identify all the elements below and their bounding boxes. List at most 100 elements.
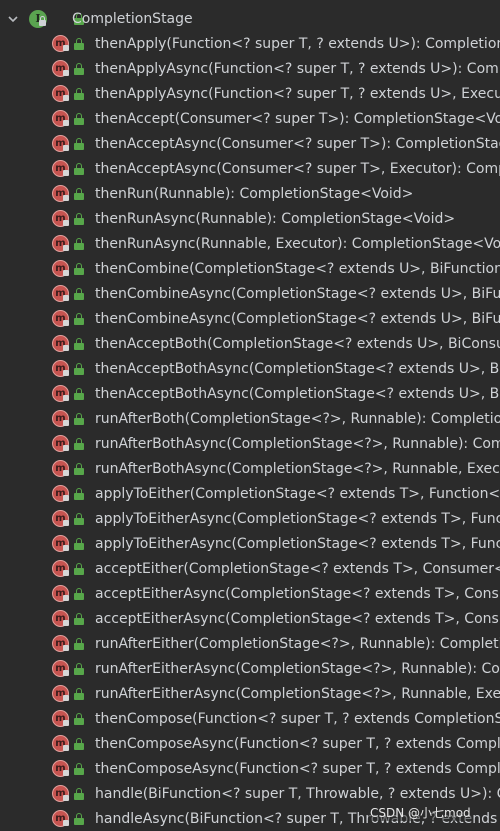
method-icon: m	[52, 785, 69, 802]
public-lock-icon	[74, 212, 84, 225]
public-lock-icon	[74, 487, 84, 500]
tree-node-method[interactable]: m thenAcceptAsync(Consumer<? super T>, Ex…	[0, 156, 500, 181]
method-icon: m	[52, 210, 69, 227]
public-lock-icon	[74, 412, 84, 425]
method-signature: thenAcceptBothAsync(CompletionStage<? ex…	[95, 360, 500, 377]
method-icon: m	[52, 610, 69, 627]
chevron-down-icon[interactable]	[6, 12, 20, 26]
method-signature: thenCombine(CompletionStage<? extends U>…	[95, 260, 500, 277]
public-lock-icon	[74, 37, 84, 50]
watermark: CSDN @小七mod	[368, 804, 473, 821]
tree-node-method[interactable]: m thenCombineAsync(CompletionStage<? exte…	[0, 306, 500, 331]
method-icon: m	[52, 485, 69, 502]
method-icon: m	[52, 385, 69, 402]
public-lock-icon	[74, 737, 84, 750]
tree-node-interface[interactable]: I CompletionStage	[0, 6, 500, 31]
method-icon: m	[52, 585, 69, 602]
method-icon: m	[52, 35, 69, 52]
public-lock-icon	[74, 812, 84, 825]
method-icon: m	[52, 810, 69, 827]
method-icon: m	[52, 735, 69, 752]
tree-node-method[interactable]: m thenCombineAsync(CompletionStage<? exte…	[0, 281, 500, 306]
method-signature: thenComposeAsync(Function<? super T, ? e…	[95, 735, 500, 752]
tree-node-method[interactable]: m runAfterEitherAsync(CompletionStage<?>,…	[0, 681, 500, 706]
tree-node-method[interactable]: m thenRunAsync(Runnable): CompletionStage…	[0, 206, 500, 231]
method-signature: thenAccept(Consumer<? super T>): Complet…	[95, 110, 500, 127]
method-icon: m	[52, 235, 69, 252]
public-lock-icon	[74, 587, 84, 600]
method-signature: thenApplyAsync(Function<? super T, ? ext…	[95, 85, 500, 102]
tree-node-method[interactable]: m thenAcceptBothAsync(CompletionStage<? e…	[0, 356, 500, 381]
method-icon: m	[52, 310, 69, 327]
tree-node-method[interactable]: m thenAccept(Consumer<? super T>): Comple…	[0, 106, 500, 131]
tree-node-method[interactable]: m acceptEitherAsync(CompletionStage<? ext…	[0, 581, 500, 606]
method-icon: m	[52, 460, 69, 477]
public-lock-icon	[74, 612, 84, 625]
tree-node-method[interactable]: m acceptEither(CompletionStage<? extends …	[0, 556, 500, 581]
tree-node-method[interactable]: m thenApplyAsync(Function<? super T, ? ex…	[0, 81, 500, 106]
public-lock-icon	[74, 787, 84, 800]
tree-node-method[interactable]: m runAfterBoth(CompletionStage<?>, Runnab…	[0, 406, 500, 431]
public-lock-icon	[74, 562, 84, 575]
method-icon: m	[52, 85, 69, 102]
method-signature: thenApply(Function<? super T, ? extends …	[95, 35, 500, 52]
method-signature: runAfterBothAsync(CompletionStage<?>, Ru…	[95, 435, 500, 452]
method-icon: m	[52, 135, 69, 152]
tree-node-method[interactable]: m runAfterBothAsync(CompletionStage<?>, R…	[0, 431, 500, 456]
method-signature: thenAcceptBoth(CompletionStage<? extends…	[95, 335, 500, 352]
method-signature: thenComposeAsync(Function<? super T, ? e…	[95, 760, 500, 777]
method-icon: m	[52, 535, 69, 552]
method-signature: runAfterEitherAsync(CompletionStage<?>, …	[95, 660, 500, 677]
public-lock-icon	[74, 662, 84, 675]
tree-node-method[interactable]: m applyToEitherAsync(CompletionStage<? ex…	[0, 506, 500, 531]
method-icon: m	[52, 260, 69, 277]
method-signature: applyToEither(CompletionStage<? extends …	[95, 485, 500, 502]
public-lock-icon	[74, 387, 84, 400]
tree-node-method[interactable]: m thenCombine(CompletionStage<? extends U…	[0, 256, 500, 281]
public-lock-icon	[74, 712, 84, 725]
method-signature: acceptEither(CompletionStage<? extends T…	[95, 560, 500, 577]
method-icon: m	[52, 410, 69, 427]
tree-node-method[interactable]: m applyToEitherAsync(CompletionStage<? ex…	[0, 531, 500, 556]
method-signature: acceptEitherAsync(CompletionStage<? exte…	[95, 585, 500, 602]
method-icon: m	[52, 335, 69, 352]
tree-node-method[interactable]: m thenApplyAsync(Function<? super T, ? ex…	[0, 56, 500, 81]
tree-node-method[interactable]: m runAfterBothAsync(CompletionStage<?>, R…	[0, 456, 500, 481]
tree-node-method[interactable]: m handle(BiFunction<? super T, Throwable,…	[0, 781, 500, 806]
tree-node-method[interactable]: m applyToEither(CompletionStage<? extends…	[0, 481, 500, 506]
method-icon: m	[52, 560, 69, 577]
method-icon: m	[52, 510, 69, 527]
tree-node-method[interactable]: m thenApply(Function<? super T, ? extends…	[0, 31, 500, 56]
tree-node-method[interactable]: m thenRun(Runnable): CompletionStage<Void…	[0, 181, 500, 206]
tree-node-method[interactable]: m thenRunAsync(Runnable, Executor): Compl…	[0, 231, 500, 256]
method-signature: runAfterEitherAsync(CompletionStage<?>, …	[95, 685, 500, 702]
tree-node-method[interactable]: m thenComposeAsync(Function<? super T, ? …	[0, 731, 500, 756]
method-signature: thenRun(Runnable): CompletionStage<Void>	[95, 185, 414, 202]
method-signature: thenCombineAsync(CompletionStage<? exten…	[95, 310, 500, 327]
tree-node-method[interactable]: m thenComposeAsync(Function<? super T, ? …	[0, 756, 500, 781]
method-icon: m	[52, 285, 69, 302]
method-signature: handle(BiFunction<? super T, Throwable, …	[95, 785, 500, 802]
method-icon: m	[52, 435, 69, 452]
method-signature: applyToEitherAsync(CompletionStage<? ext…	[95, 535, 500, 552]
public-lock-icon	[74, 762, 84, 775]
tree-node-method[interactable]: m runAfterEitherAsync(CompletionStage<?>,…	[0, 656, 500, 681]
public-lock-icon	[74, 437, 84, 450]
method-icon: m	[52, 760, 69, 777]
tree-node-method[interactable]: m thenAcceptBoth(CompletionStage<? extend…	[0, 331, 500, 356]
public-lock-icon	[74, 262, 84, 275]
public-lock-icon	[74, 187, 84, 200]
public-lock-icon	[74, 537, 84, 550]
public-lock-icon	[74, 512, 84, 525]
tree-node-method[interactable]: m thenAcceptBothAsync(CompletionStage<? e…	[0, 381, 500, 406]
public-lock-icon	[74, 312, 84, 325]
method-signature: thenAcceptAsync(Consumer<? super T>, Exe…	[95, 160, 500, 177]
public-lock-icon	[74, 337, 84, 350]
tree-node-method[interactable]: m acceptEitherAsync(CompletionStage<? ext…	[0, 606, 500, 631]
tree-node-method[interactable]: m thenAcceptAsync(Consumer<? super T>): C…	[0, 131, 500, 156]
tree-node-method[interactable]: m runAfterEither(CompletionStage<?>, Runn…	[0, 631, 500, 656]
structure-tree[interactable]: I CompletionStage m thenApply(Function<? …	[0, 6, 500, 831]
method-signature: runAfterEither(CompletionStage<?>, Runna…	[95, 635, 500, 652]
tree-node-method[interactable]: m thenCompose(Function<? super T, ? exten…	[0, 706, 500, 731]
method-signature: thenRunAsync(Runnable): CompletionStage<…	[95, 210, 456, 227]
